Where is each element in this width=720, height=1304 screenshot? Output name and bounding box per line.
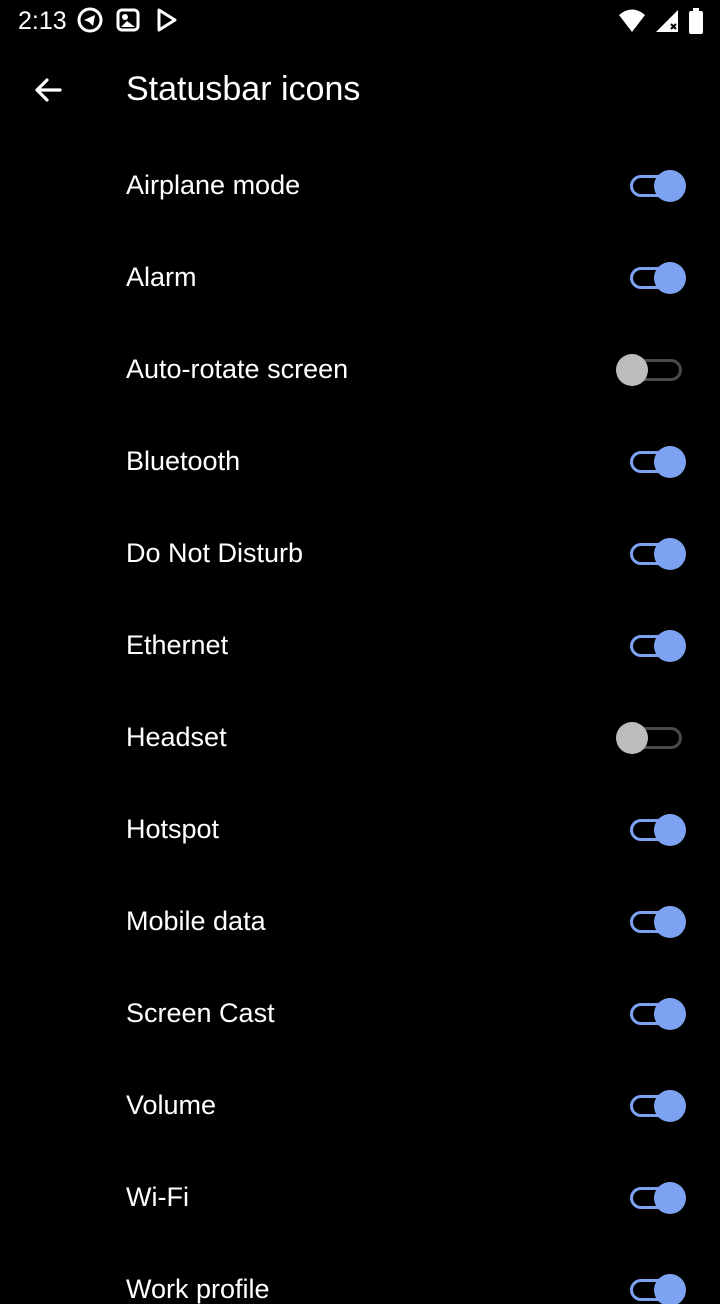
arrow-back-icon [32,74,64,111]
setting-row-hotspot[interactable]: Hotspot [0,784,720,876]
setting-row-alarm[interactable]: Alarm [0,232,720,324]
status-time: 2:13 [18,7,67,35]
toggle-switch[interactable] [628,630,686,662]
setting-row-bluetooth[interactable]: Bluetooth [0,416,720,508]
toggle-switch[interactable] [628,446,686,478]
setting-label: Bluetooth [126,446,241,476]
setting-label: Mobile data [126,906,266,936]
setting-row-auto-rotate-screen[interactable]: Auto-rotate screen [0,324,720,416]
setting-row-headset[interactable]: Headset [0,692,720,784]
notification-icons [76,6,180,34]
back-button[interactable] [22,66,74,118]
setting-label: Volume [126,1090,217,1120]
setting-row-volume[interactable]: Volume [0,1060,720,1152]
toggle-switch[interactable] [628,262,686,294]
play-store-icon [152,6,180,34]
setting-label: Airplane mode [126,170,301,200]
system-status-icons [618,7,704,40]
toggle-switch[interactable] [628,1182,686,1214]
toggle-switch[interactable] [628,998,686,1030]
toggle-switch[interactable] [616,722,686,754]
setting-row-do-not-disturb[interactable]: Do Not Disturb [0,508,720,600]
setting-label: Screen Cast [126,998,275,1028]
setting-row-ethernet[interactable]: Ethernet [0,600,720,692]
toggle-switch[interactable] [628,1090,686,1122]
toggle-switch[interactable] [628,906,686,938]
setting-label: Auto-rotate screen [126,354,349,384]
setting-row-wi-fi[interactable]: Wi-Fi [0,1152,720,1244]
toggle-switch[interactable] [628,538,686,570]
battery-icon [688,7,704,40]
toggle-switch[interactable] [628,814,686,846]
setting-row-work-profile[interactable]: Work profile [0,1244,720,1304]
app-bar: Statusbar icons [0,42,720,140]
setting-label: Alarm [126,262,197,292]
setting-row-airplane-mode[interactable]: Airplane mode [0,140,720,232]
setting-label: Hotspot [126,814,220,844]
setting-label: Work profile [126,1274,270,1304]
toggle-switch[interactable] [628,170,686,202]
setting-label: Headset [126,722,227,752]
mobile-signal-icon [654,8,680,39]
photos-icon [114,6,142,34]
setting-label: Ethernet [126,630,229,660]
setting-label: Do Not Disturb [126,538,304,568]
status-bar: 2:13 [0,0,720,42]
setting-row-mobile-data[interactable]: Mobile data [0,876,720,968]
settings-list: Airplane mode Alarm Auto-rotate screen B… [0,140,720,1304]
wifi-icon [618,8,646,39]
toggle-switch[interactable] [628,1274,686,1304]
setting-label: Wi-Fi [126,1182,189,1212]
telegram-icon [76,6,104,34]
page-title: Statusbar icons [126,70,361,108]
toggle-switch[interactable] [616,354,686,386]
setting-row-screen-cast[interactable]: Screen Cast [0,968,720,1060]
